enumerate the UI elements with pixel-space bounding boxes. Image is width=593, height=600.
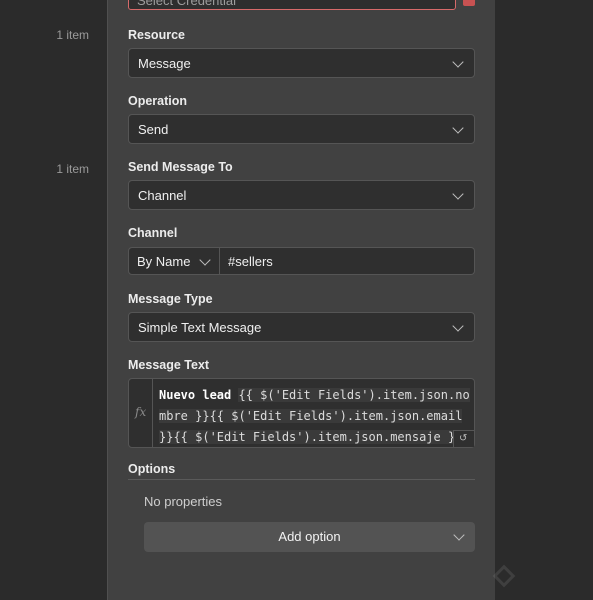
- add-option-label: Add option: [278, 529, 341, 544]
- message-text-label: Message Text: [128, 358, 210, 372]
- send-to-select[interactable]: Channel: [128, 180, 475, 210]
- send-to-label: Send Message To: [128, 160, 233, 174]
- resource-value: Message: [138, 56, 191, 71]
- message-text-expression-editor[interactable]: fx Nuevo lead {{ $('Edit Fields').item.j…: [128, 378, 475, 448]
- watermark-mark: [492, 564, 516, 588]
- chevron-down-icon: [452, 56, 464, 68]
- options-label: Options: [128, 462, 176, 476]
- chevron-down-icon: [199, 254, 211, 266]
- expand-editor-button[interactable]: ↺: [453, 430, 474, 447]
- message-type-value: Simple Text Message: [138, 320, 262, 335]
- resource-select[interactable]: Message: [128, 48, 475, 78]
- expression-gutter: fx: [129, 379, 153, 447]
- no-properties-text: No properties: [144, 494, 223, 509]
- channel-mode-value: By Name: [137, 254, 191, 269]
- expression-segment: mbre }}{{ $('Edit Fields').item.json.ema…: [159, 409, 463, 423]
- left-gutter: 1 item 1 item: [0, 0, 107, 600]
- expression-text[interactable]: Nuevo lead {{ $('Edit Fields').item.json…: [159, 385, 471, 448]
- watermark-logo: [490, 562, 590, 596]
- operation-value: Send: [138, 122, 169, 137]
- expression-segment: }}{{ $('Edit Fields').item.json.mensaje …: [159, 430, 456, 444]
- fx-icon: fx: [135, 405, 147, 419]
- chevron-down-icon: [452, 188, 464, 200]
- channel-label: Channel: [128, 226, 178, 240]
- chevron-down-icon: [452, 320, 464, 332]
- credential-select[interactable]: Select Credential: [128, 0, 456, 10]
- right-gutter: [495, 0, 593, 600]
- expression-plain-text: Nuevo lead: [159, 388, 239, 402]
- node-parameters-panel: Select Credential Resource Message Opera…: [107, 0, 496, 600]
- expression-segment: {{ $('Edit Fields').item.json.no: [238, 388, 470, 402]
- message-type-select[interactable]: Simple Text Message: [128, 312, 475, 342]
- resource-label: Resource: [128, 28, 185, 42]
- channel-name-input[interactable]: #sellers: [220, 247, 475, 275]
- channel-field: By Name #sellers: [128, 247, 475, 275]
- message-type-label: Message Type: [128, 292, 213, 306]
- add-option-button[interactable]: Add option: [144, 522, 475, 552]
- credential-warning-icon[interactable]: [463, 0, 475, 6]
- options-divider: [128, 479, 475, 480]
- operation-select[interactable]: Send: [128, 114, 475, 144]
- item-count-badge: 1 item: [56, 28, 89, 42]
- expand-icon: ↺: [459, 433, 468, 444]
- chevron-down-icon: [452, 122, 464, 134]
- send-to-value: Channel: [138, 188, 187, 203]
- item-count-badge: 1 item: [56, 162, 89, 176]
- channel-mode-select[interactable]: By Name: [128, 247, 220, 275]
- operation-label: Operation: [128, 94, 188, 108]
